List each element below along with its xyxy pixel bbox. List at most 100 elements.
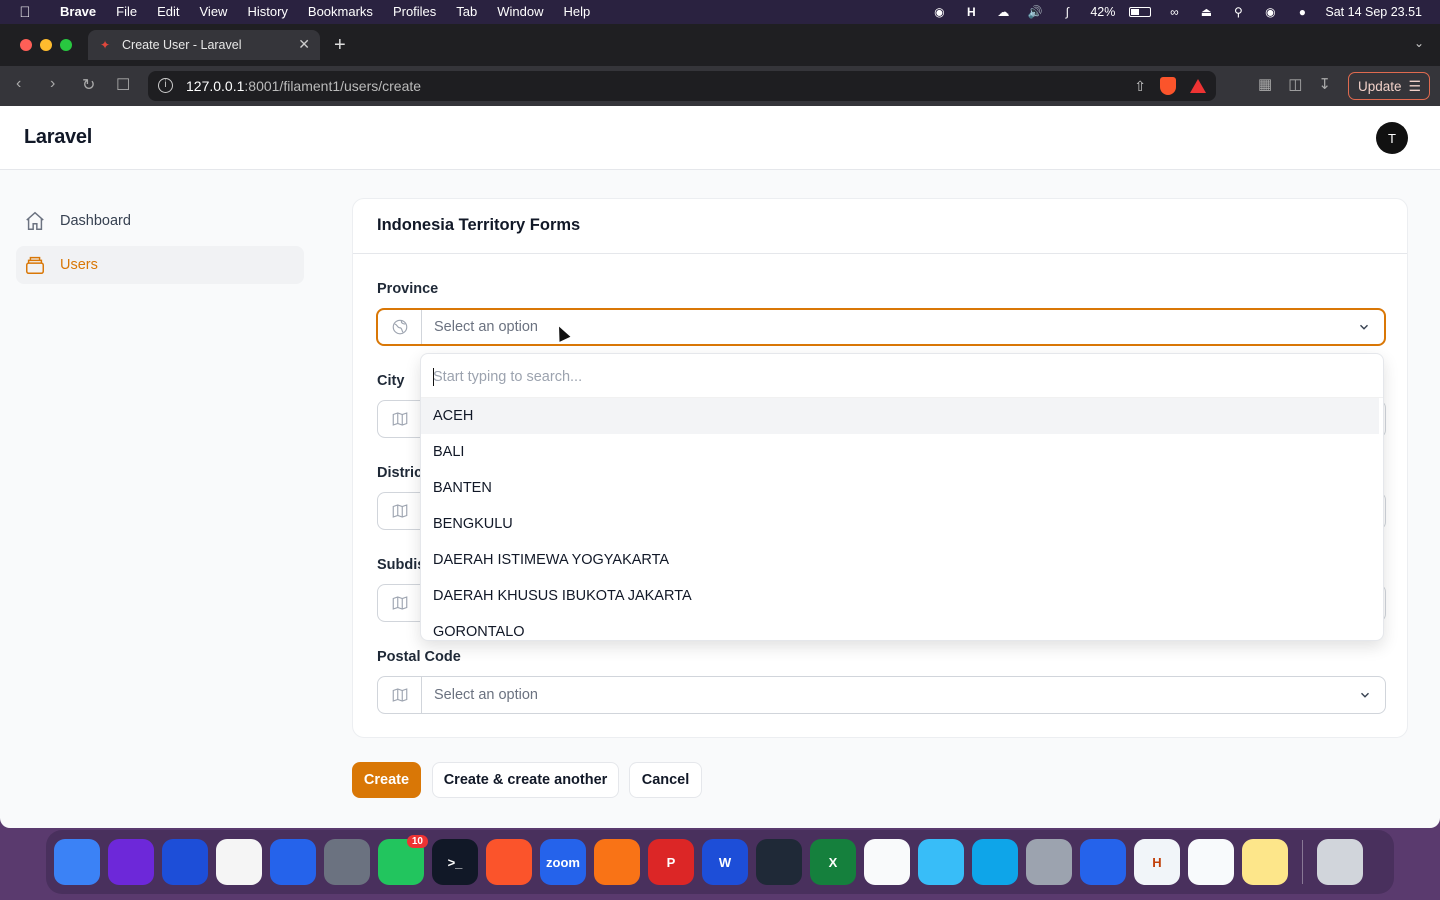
close-window-button[interactable] bbox=[20, 39, 32, 51]
cloud-icon[interactable]: ☁ bbox=[994, 5, 1012, 19]
province-dropdown: Start typing to search... ACEH BALI BANT… bbox=[420, 353, 1384, 641]
laravel-favicon-icon: ✦ bbox=[100, 38, 111, 52]
dropdown-option[interactable]: DAERAH ISTIMEWA YOGYAKARTA bbox=[421, 542, 1383, 578]
pen-icon[interactable] bbox=[594, 839, 640, 885]
menu-edit[interactable]: Edit bbox=[147, 0, 189, 24]
zoom-icon[interactable]: zoom bbox=[540, 839, 586, 885]
volume-icon[interactable]: 🔊 bbox=[1026, 5, 1044, 19]
brave-icon[interactable] bbox=[486, 839, 532, 885]
browser-tab-active[interactable]: ✦ Create User - Laravel ✕ bbox=[88, 30, 320, 60]
eject-icon[interactable]: ⏏ bbox=[1197, 5, 1215, 19]
menu-tab[interactable]: Tab bbox=[446, 0, 487, 24]
terminal-icon[interactable]: >_ bbox=[432, 839, 478, 885]
h-icon[interactable]: H bbox=[962, 5, 980, 19]
equals-icon[interactable] bbox=[864, 839, 910, 885]
bookmark-icon[interactable]: ☐ bbox=[116, 75, 130, 95]
sidebar-item-users[interactable]: Users bbox=[16, 246, 304, 284]
menu-help[interactable]: Help bbox=[554, 0, 601, 24]
dock-separator bbox=[1302, 840, 1303, 884]
trash-icon[interactable] bbox=[1317, 839, 1363, 885]
migration-icon[interactable] bbox=[918, 839, 964, 885]
finder-icon[interactable] bbox=[54, 839, 100, 885]
new-tab-icon[interactable]: + bbox=[334, 34, 346, 57]
share-icon[interactable]: ⇧ bbox=[1134, 78, 1146, 95]
system-settings-icon[interactable] bbox=[324, 839, 370, 885]
window-controls bbox=[20, 39, 72, 51]
dropdown-search-placeholder: Start typing to search... bbox=[433, 369, 583, 385]
dropdown-option[interactable]: BALI bbox=[421, 434, 1383, 470]
create-button[interactable]: Create bbox=[352, 762, 421, 798]
browser-menu-icon[interactable]: ☰ bbox=[1408, 78, 1421, 95]
sidebar-item-label: Users bbox=[60, 257, 98, 273]
yellow-app-icon[interactable] bbox=[1242, 839, 1288, 885]
menu-view[interactable]: View bbox=[190, 0, 238, 24]
activity-monitor-icon[interactable] bbox=[756, 839, 802, 885]
dropdown-option[interactable]: BENGKULU bbox=[421, 506, 1383, 542]
province-label: Province bbox=[377, 281, 439, 297]
word-icon[interactable]: W bbox=[702, 839, 748, 885]
photos-icon[interactable] bbox=[216, 839, 262, 885]
user-avatar[interactable]: T bbox=[1376, 122, 1408, 154]
tab-close-icon[interactable]: ✕ bbox=[298, 36, 310, 53]
menu-app-name[interactable]: Brave bbox=[50, 0, 106, 24]
tab-list-chevron-icon[interactable]: ⌄ bbox=[1414, 36, 1424, 50]
brave-rewards-icon[interactable] bbox=[1190, 79, 1206, 93]
search-icon[interactable]: ⚲ bbox=[1229, 5, 1247, 19]
firefox-icon[interactable] bbox=[162, 839, 208, 885]
brave-shields-icon[interactable] bbox=[1160, 77, 1176, 95]
menubar-clock[interactable]: Sat 14 Sep 23.51 bbox=[1325, 5, 1422, 19]
bluetooth-icon[interactable]: ∫ bbox=[1058, 5, 1076, 19]
postal-code-select[interactable]: Select an option bbox=[377, 676, 1386, 714]
vscode-icon[interactable] bbox=[1080, 839, 1126, 885]
site-info-icon[interactable]: i bbox=[158, 78, 173, 93]
docker-icon[interactable] bbox=[972, 839, 1018, 885]
menu-bookmarks[interactable]: Bookmarks bbox=[298, 0, 383, 24]
excel-icon[interactable]: X bbox=[810, 839, 856, 885]
quicktime-icon[interactable] bbox=[1026, 839, 1072, 885]
maximize-window-button[interactable] bbox=[60, 39, 72, 51]
tab-bar: ✦ Create User - Laravel ✕ + ⌄ bbox=[0, 24, 1440, 66]
create-another-button[interactable]: Create & create another bbox=[432, 762, 619, 798]
dropdown-option[interactable]: ACEH bbox=[421, 398, 1379, 434]
menu-profiles[interactable]: Profiles bbox=[383, 0, 446, 24]
subdistrict-label: Subdis bbox=[377, 557, 426, 573]
update-button[interactable]: Update ☰ bbox=[1348, 72, 1430, 100]
sequel-icon[interactable] bbox=[1188, 839, 1234, 885]
brand-logo[interactable]: Laravel bbox=[24, 126, 92, 149]
back-icon[interactable]: ‹ bbox=[16, 75, 21, 93]
dropdown-search-input[interactable]: Start typing to search... bbox=[421, 354, 1383, 398]
cancel-button[interactable]: Cancel bbox=[629, 762, 702, 798]
forward-icon[interactable]: › bbox=[50, 75, 55, 93]
reload-icon[interactable]: ↻ bbox=[82, 75, 95, 95]
sidebar-item-dashboard[interactable]: Dashboard bbox=[16, 202, 304, 240]
menu-window[interactable]: Window bbox=[487, 0, 553, 24]
h-app-icon[interactable]: H bbox=[1134, 839, 1180, 885]
siri-icon[interactable]: ● bbox=[1293, 5, 1311, 19]
postal-code-label: Postal Code bbox=[377, 649, 461, 665]
extensions-puzzle-icon[interactable]: ◫ bbox=[1288, 75, 1302, 93]
dropdown-option[interactable]: BANTEN bbox=[421, 470, 1383, 506]
dropdown-option[interactable]: GORONTALO bbox=[421, 614, 1383, 640]
dropdown-option[interactable]: DAERAH KHUSUS IBUKOTA JAKARTA bbox=[421, 578, 1383, 614]
city-label: City bbox=[377, 373, 405, 389]
control-center-icon[interactable]: ◉ bbox=[1261, 5, 1279, 19]
app-store-icon[interactable] bbox=[270, 839, 316, 885]
battery-icon[interactable] bbox=[1129, 7, 1152, 17]
sidebar-item-label: Dashboard bbox=[60, 213, 131, 229]
minimize-window-button[interactable] bbox=[40, 39, 52, 51]
apple-icon[interactable]:  bbox=[0, 4, 50, 21]
globe-icon bbox=[378, 310, 422, 344]
menu-history[interactable]: History bbox=[237, 0, 297, 24]
downloads-icon[interactable]: ↧ bbox=[1318, 75, 1331, 93]
province-select[interactable]: Select an option bbox=[376, 308, 1386, 346]
text-cursor bbox=[433, 368, 434, 386]
whatsapp-icon[interactable]: 10 bbox=[378, 835, 428, 885]
powerpoint-icon[interactable]: P bbox=[648, 839, 694, 885]
menu-file[interactable]: File bbox=[106, 0, 147, 24]
siri-icon[interactable] bbox=[108, 839, 154, 885]
address-bar[interactable]: i 127.0.0.1 :8001/filament1/users/create… bbox=[148, 71, 1216, 101]
record-icon[interactable]: ◉ bbox=[930, 5, 948, 19]
map-icon bbox=[378, 493, 422, 529]
extension-stack-icon[interactable]: ▦ bbox=[1258, 75, 1272, 93]
link-icon[interactable]: ∞ bbox=[1165, 5, 1183, 19]
